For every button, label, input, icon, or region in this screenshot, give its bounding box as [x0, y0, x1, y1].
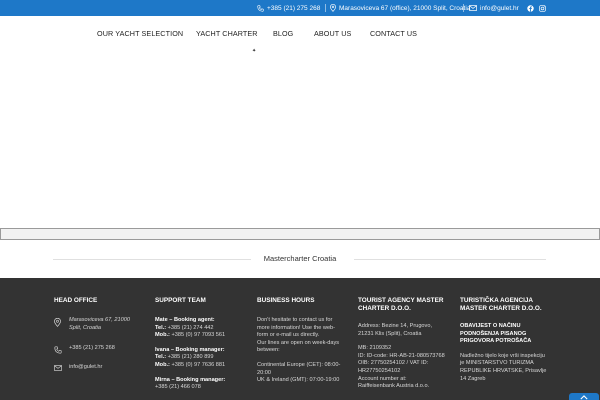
notice-body-line: 14 Zagreb [460, 375, 486, 382]
agency-oib: OIB: 27750254102 / VAT ID: [358, 360, 429, 367]
agent-tel[interactable]: +385 (21) 466 078 [155, 384, 201, 390]
topbar-address-text: Marasoviceva 67 (office), 21000 Split, C… [339, 4, 471, 12]
agent-name: Mate – Booking agent: [155, 317, 215, 323]
notice-body-line: Nadležno tijelo koje vrši inspekciju [460, 352, 545, 359]
agent-name: Ivana – Booking manager: [155, 346, 225, 353]
phone-icon [257, 4, 264, 12]
hours-line: Don't hesitate to contact us for [257, 317, 333, 323]
chat-floating-button[interactable] [569, 393, 599, 400]
topbar-email-text: info@gulet.hr [480, 4, 519, 12]
hours-line: 20:00 [257, 369, 271, 376]
footer-head-office: HEAD OFFICE Marasoviceva 67, 21000 Split… [54, 297, 144, 382]
chevron-up-icon [580, 395, 588, 400]
agency-address-line1: Address: Bezine 14, Prugovo, [358, 323, 433, 329]
head-office-phone[interactable]: +385 (21) 275 268 [54, 345, 144, 354]
hours-line: Continental Europe (CET): 08:00- [257, 361, 341, 368]
topbar-phone[interactable]: +385 (21) 275 268 [257, 0, 320, 16]
head-office-email[interactable]: info@gulet.hr [54, 364, 144, 372]
map-container[interactable] [0, 228, 600, 240]
topbar-address[interactable]: Marasoviceva 67 (office), 21000 Split, C… [330, 0, 470, 16]
agent-tel[interactable]: +385 (21) 280 899 [168, 354, 214, 360]
agency-vat: HR27750254102 [358, 367, 401, 374]
head-office-phone-text: +385 (21) 275 268 [69, 345, 115, 352]
support-agent: Ivana – Booking manager: Tel.: +385 (21)… [155, 347, 250, 370]
hours-line: more information! Use the web- [257, 324, 336, 331]
nav-blog[interactable]: BLOG [273, 16, 293, 52]
notice-line: OBAVIJEST O NAČINU [460, 323, 521, 329]
agencija-title-line2: MASTER CHARTER D.O.O. [460, 305, 542, 312]
agency-address-line2: 21231 Klis (Split), Croatia [358, 330, 422, 337]
instagram-link[interactable] [539, 0, 546, 16]
instagram-icon [539, 4, 546, 12]
mob-label: Mob.: [155, 361, 170, 368]
site-footer: HEAD OFFICE Marasoviceva 67, 21000 Split… [0, 278, 600, 400]
agencija-title-line1: TURISTIČKA AGENCIJA [460, 297, 534, 304]
agent-mob[interactable]: +385 (0) 97 7636 881 [171, 362, 225, 368]
head-office-address-line1: Marasoviceva 67, 21000 [69, 317, 130, 323]
agent-tel[interactable]: +385 (21) 274 442 [168, 325, 214, 331]
hours-line: between: [257, 347, 280, 354]
map-pin-icon [54, 318, 61, 327]
facebook-icon [527, 4, 534, 12]
agent-name: Mirna – Booking manager: [155, 376, 226, 383]
support-team-title: SUPPORT TEAM [155, 297, 206, 304]
hours-line: Our lines are open on week-days [257, 339, 340, 346]
mob-label: Mob.: [155, 332, 170, 339]
top-contact-bar: +385 (21) 275 268 Marasoviceva 67 (offic… [0, 0, 600, 16]
agency-account-label: Account number at: [358, 375, 407, 382]
map-pin-icon [330, 4, 336, 12]
nav-about-us[interactable]: ABOUT US [314, 16, 351, 52]
facebook-link[interactable] [527, 0, 534, 16]
nav-our-yacht-selection[interactable]: OUR YACHT SELECTION [97, 16, 183, 52]
support-agent: Mate – Booking agent: Tel.: +385 (21) 27… [155, 317, 250, 340]
footer-business-hours: BUSINESS HOURS Don't hesitate to contact… [257, 297, 349, 385]
notice-body-line: REPUBLIKE HRVATSKE, Prisavlje [460, 367, 547, 374]
notice-body-line: je MINISTARSTVO TURIZMA [460, 360, 534, 367]
tel-label: Tel.: [155, 324, 167, 331]
agency-title-line2: CHARTER D.O.O. [358, 305, 411, 312]
nav-contact-us[interactable]: CONTACT US [370, 16, 417, 52]
footer-turisticka-agencija: TURISTIČKA AGENCIJA MASTER CHARTER D.O.O… [460, 297, 560, 383]
agency-title-line1: TOURIST AGENCY MASTER [358, 297, 444, 304]
topbar-email[interactable]: info@gulet.hr [469, 0, 519, 16]
agency-bank: Raiffeisenbank Austria d.o.o. [358, 383, 430, 390]
agency-mb: MB: 2109352 [358, 345, 392, 352]
head-office-title: HEAD OFFICE [54, 297, 98, 304]
hours-line: form or e-mail us directly. [257, 332, 320, 339]
topbar-separator [325, 4, 326, 12]
phone-icon [54, 346, 62, 354]
envelope-icon [54, 365, 62, 371]
agency-id-code: ID: ID-code: HR-AB-21-080573768 [358, 352, 445, 359]
divider-line-right [354, 259, 546, 260]
notice-line: PRIGOVORA POTROŠAČA [460, 338, 532, 345]
main-navigation: OUR YACHT SELECTION YACHT CHARTER ✦ BLOG… [0, 16, 600, 54]
dropdown-indicator-icon[interactable]: ✦ [252, 48, 256, 54]
agency-title: TOURIST AGENCY MASTER CHARTER D.O.O. [358, 297, 453, 313]
business-hours-title: BUSINESS HOURS [257, 297, 315, 304]
agent-mob[interactable]: +385 (0) 97 7093 561 [171, 332, 225, 338]
topbar-phone-text: +385 (21) 275 268 [267, 4, 321, 12]
envelope-icon [469, 5, 477, 11]
hours-line: UK & Ireland (GMT): 07:00-19:00 [257, 377, 340, 384]
head-office-email-text: info@gulet.hr [69, 364, 103, 371]
agencija-title: TURISTIČKA AGENCIJA MASTER CHARTER D.O.O… [460, 297, 560, 313]
head-office-address-line2: Split, Croatia [69, 324, 102, 331]
topbar-separator [463, 4, 464, 12]
tel-label: Tel.: [155, 354, 167, 361]
head-office-address: Marasoviceva 67, 21000 Split, Croatia [54, 317, 144, 332]
nav-yacht-charter[interactable]: YACHT CHARTER [196, 16, 258, 52]
support-agent: Mirna – Booking manager: +385 (21) 466 0… [155, 377, 250, 392]
footer-support-team: SUPPORT TEAM Mate – Booking agent: Tel.:… [155, 297, 250, 392]
footer-tourist-agency: TOURIST AGENCY MASTER CHARTER D.O.O. Add… [358, 297, 453, 391]
